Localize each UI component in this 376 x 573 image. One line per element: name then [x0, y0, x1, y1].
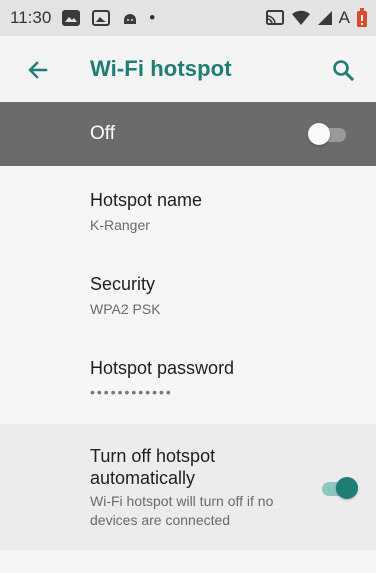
signal-icon — [317, 10, 333, 26]
setting-summary: Wi-Fi hotspot will turn off if no device… — [90, 493, 274, 528]
app-bar: Wi-Fi hotspot — [0, 36, 376, 102]
toggle-thumb — [308, 123, 330, 145]
status-bar: 11:30 • A — [0, 0, 376, 36]
hotspot-master-switch-row[interactable]: Off — [0, 102, 376, 166]
search-button[interactable] — [328, 55, 358, 85]
setting-security[interactable]: Security WPA2 PSK — [0, 250, 376, 334]
setting-summary: K-Ranger — [90, 217, 150, 233]
setting-title: Turn off hotspot automatically — [90, 446, 216, 488]
setting-title: Hotspot password — [90, 358, 235, 378]
toggle-thumb — [336, 477, 358, 499]
dot-icon: • — [149, 8, 156, 27]
page-title: Wi-Fi hotspot — [90, 56, 232, 81]
setting-hotspot-name[interactable]: Hotspot name K-Ranger — [0, 166, 376, 250]
arrow-back-icon — [26, 58, 50, 82]
wifi-icon — [291, 10, 311, 26]
back-button[interactable] — [24, 56, 52, 84]
auto-off-toggle[interactable] — [318, 476, 358, 500]
bottom-spacer — [0, 550, 376, 573]
setting-title: Security — [90, 274, 156, 294]
carrier-letter: A — [338, 8, 350, 27]
status-bar-right: A — [265, 8, 368, 28]
search-icon — [331, 58, 355, 82]
photo-icon — [61, 9, 81, 27]
master-switch-label: Off — [90, 123, 115, 144]
settings-list: Hotspot name K-Ranger Security WPA2 PSK … — [0, 166, 376, 418]
password-mask: •••••••••••• — [90, 384, 173, 400]
setting-summary: WPA2 PSK — [90, 301, 161, 317]
setting-hotspot-password[interactable]: Hotspot password •••••••••••• — [0, 334, 376, 418]
android-icon — [121, 9, 139, 27]
setting-turn-off-automatically[interactable]: Turn off hotspot automatically Wi-Fi hot… — [0, 424, 376, 550]
cast-icon — [265, 9, 285, 27]
hotspot-master-toggle[interactable] — [308, 122, 348, 146]
battery-icon — [356, 8, 368, 28]
status-time: 11:30 — [10, 8, 52, 27]
image-icon — [91, 9, 111, 27]
status-bar-left: 11:30 • — [10, 8, 155, 28]
setting-title: Hotspot name — [90, 190, 203, 210]
